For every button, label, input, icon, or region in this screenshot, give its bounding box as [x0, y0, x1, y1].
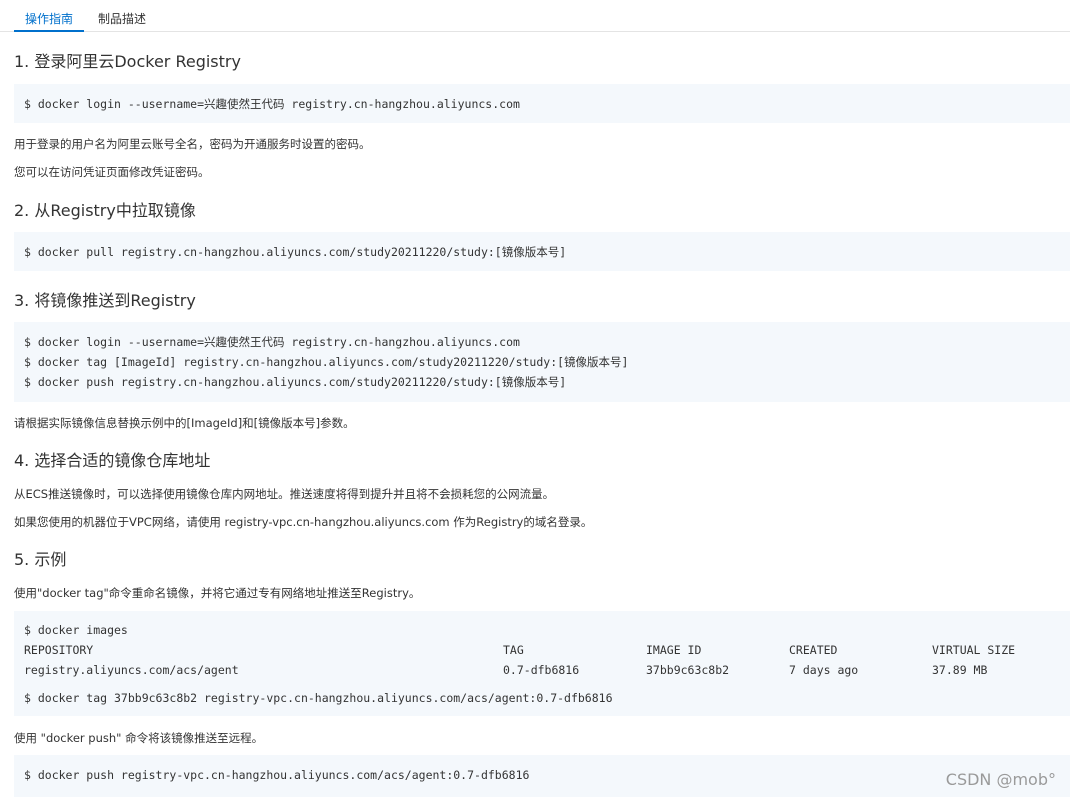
code-line: $ docker tag [ImageId] registry.cn-hangz…	[24, 355, 629, 369]
section-title-pull: 2. 从Registry中拉取镜像	[14, 201, 196, 220]
table-header: CREATED	[789, 643, 838, 657]
section-title-push: 3. 将镜像推送到Registry	[14, 291, 196, 310]
section-title-login: 1. 登录阿里云Docker Registry	[14, 52, 241, 71]
code-block-pull: $ docker pull registry.cn-hangzhou.aliyu…	[14, 232, 1070, 271]
code-line: $ docker images	[24, 623, 128, 637]
watermark: CSDN @mob°	[945, 770, 1056, 789]
code-line: $ docker pull registry.cn-hangzhou.aliyu…	[24, 245, 567, 259]
table-header: IMAGE ID	[646, 643, 702, 657]
table-header: REPOSITORY	[24, 643, 94, 657]
ecs-note: 从ECS推送镜像时，可以选择使用镜像仓库内网地址。推送速度将得到提升并且将不会损…	[14, 487, 555, 501]
code-block-push-remote: $ docker push registry-vpc.cn-hangzhou.a…	[14, 755, 1070, 797]
table-cell: 37.89 MB	[932, 663, 988, 677]
code-block-push: $ docker login --username=兴趣使然王代码 regist…	[14, 322, 1070, 402]
code-line: $ docker tag 37bb9c63c8b2 registry-vpc.c…	[24, 691, 613, 705]
code-line: $ docker login --username=兴趣使然王代码 regist…	[24, 335, 520, 349]
table-header: VIRTUAL SIZE	[932, 643, 1016, 657]
table-header: TAG	[503, 643, 524, 657]
table-cell: 37bb9c63c8b2	[646, 663, 730, 677]
code-line: $ docker login --username=兴趣使然王代码 regist…	[24, 97, 520, 111]
section-title-registry-address: 4. 选择合适的镜像仓库地址	[14, 451, 211, 470]
table-cell: 7 days ago	[789, 663, 859, 677]
code-block-login: $ docker login --username=兴趣使然王代码 regist…	[14, 84, 1070, 123]
code-block-example: $ docker images REPOSITORY TAG IMAGE ID …	[14, 611, 1070, 716]
section-title-example: 5. 示例	[14, 550, 67, 569]
replace-params-note: 请根据实际镜像信息替换示例中的[ImageId]和[镜像版本号]参数。	[14, 416, 355, 430]
tab-description[interactable]: 制品描述	[98, 0, 158, 32]
docker-tag-note: 使用"docker tag"命令重命名镜像，并将它通过专有网络地址推送至Regi…	[14, 586, 421, 600]
table-cell: 0.7-dfb6816	[503, 663, 580, 677]
credential-note: 您可以在访问凭证页面修改凭证密码。	[14, 165, 210, 179]
docker-push-note: 使用 "docker push" 命令将该镜像推送至远程。	[14, 731, 264, 745]
table-cell: registry.aliyuncs.com/acs/agent	[24, 663, 239, 677]
vpc-note: 如果您使用的机器位于VPC网络，请使用 registry-vpc.cn-hang…	[14, 515, 593, 529]
tab-guide[interactable]: 操作指南	[14, 0, 84, 32]
code-line: $ docker push registry.cn-hangzhou.aliyu…	[24, 375, 567, 389]
code-line: $ docker push registry-vpc.cn-hangzhou.a…	[24, 768, 530, 782]
tab-bar: 操作指南 制品描述	[0, 0, 1070, 32]
login-note: 用于登录的用户名为阿里云账号全名，密码为开通服务时设置的密码。	[14, 137, 371, 151]
